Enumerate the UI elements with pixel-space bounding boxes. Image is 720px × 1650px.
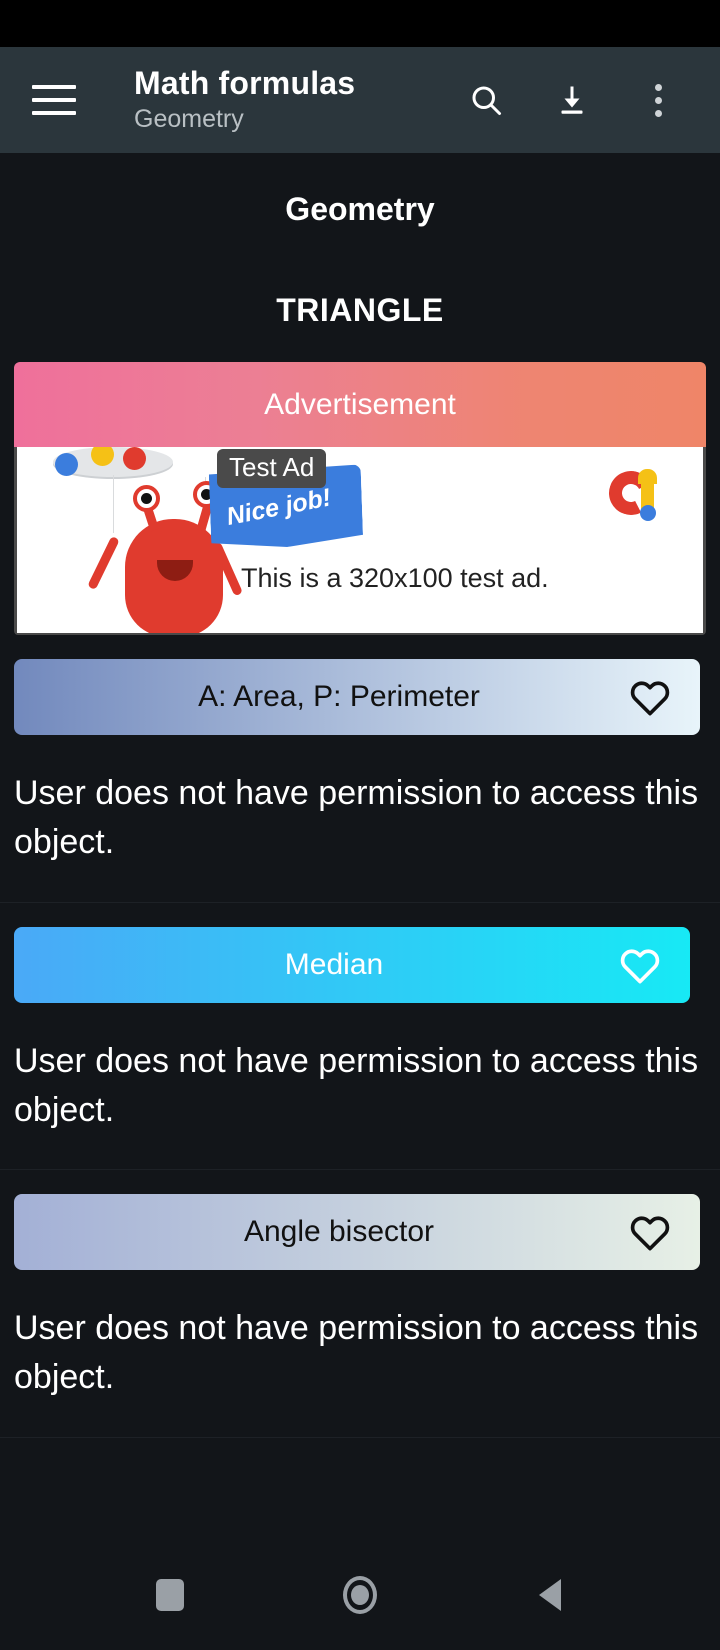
formula-card-body: User does not have permission to access … [0,1003,720,1171]
status-bar [0,0,720,47]
formula-card-header[interactable]: Angle bisector [14,1194,700,1271]
formula-card-title: Median [284,947,384,981]
formula-card: Median User does not have permission to a… [0,926,720,1171]
back-triangle-icon[interactable] [521,1566,579,1624]
formula-card-body: User does not have permission to access … [0,735,720,903]
test-ad-badge: Test Ad [217,449,327,488]
formula-card-title: Angle bisector [243,1215,435,1249]
formula-card-header[interactable]: Median [14,926,690,1003]
app-screen: Math formulas Geometry Geometry TRIANGLE… [0,0,720,1650]
heart-outline-icon[interactable] [612,945,668,985]
ad-creative[interactable]: Nice job! Test Ad This is a 320x100 test… [17,447,703,633]
admob-logo-icon [603,465,667,531]
formula-card: Angle bisector User does not have permiss… [0,1194,720,1438]
page-title: Math formulas [134,64,356,101]
android-navigation-bar [0,1540,720,1650]
formula-card-title: A: Area, P: Perimeter [198,680,480,713]
ad-body-text: This is a 320x100 test ad. [241,563,549,593]
app-bar-actions [466,80,678,120]
recents-square-icon[interactable] [141,1566,199,1624]
download-icon[interactable] [552,80,592,120]
home-circle-icon[interactable] [331,1566,389,1624]
heart-outline-icon[interactable] [622,677,678,717]
app-bar-titles: Math formulas Geometry [134,65,466,135]
advertisement-container: Advertisement Nice job! Test Ad This is … [0,362,720,635]
formula-card-header[interactable]: A: Area, P: Perimeter [14,659,700,735]
section-heading: TRIANGLE [276,292,444,328]
ad-frame[interactable]: Nice job! Test Ad This is a 320x100 test… [14,447,706,635]
app-bar: Math formulas Geometry [0,47,720,153]
formula-card-body: User does not have permission to access … [0,1270,720,1438]
hamburger-menu-icon[interactable] [32,73,86,127]
content-heading: Geometry [285,191,435,227]
more-vertical-icon[interactable] [638,80,678,120]
advertisement-label: Advertisement [14,362,706,447]
formula-card-list: A: Area, P: Perimeter User does not have … [0,659,720,1438]
heart-outline-icon[interactable] [622,1212,678,1252]
page-subtitle: Geometry [134,104,244,133]
search-icon[interactable] [466,80,506,120]
ribbon-text: Nice job! [224,483,334,532]
formula-card: A: Area, P: Perimeter User does not have … [0,659,720,903]
